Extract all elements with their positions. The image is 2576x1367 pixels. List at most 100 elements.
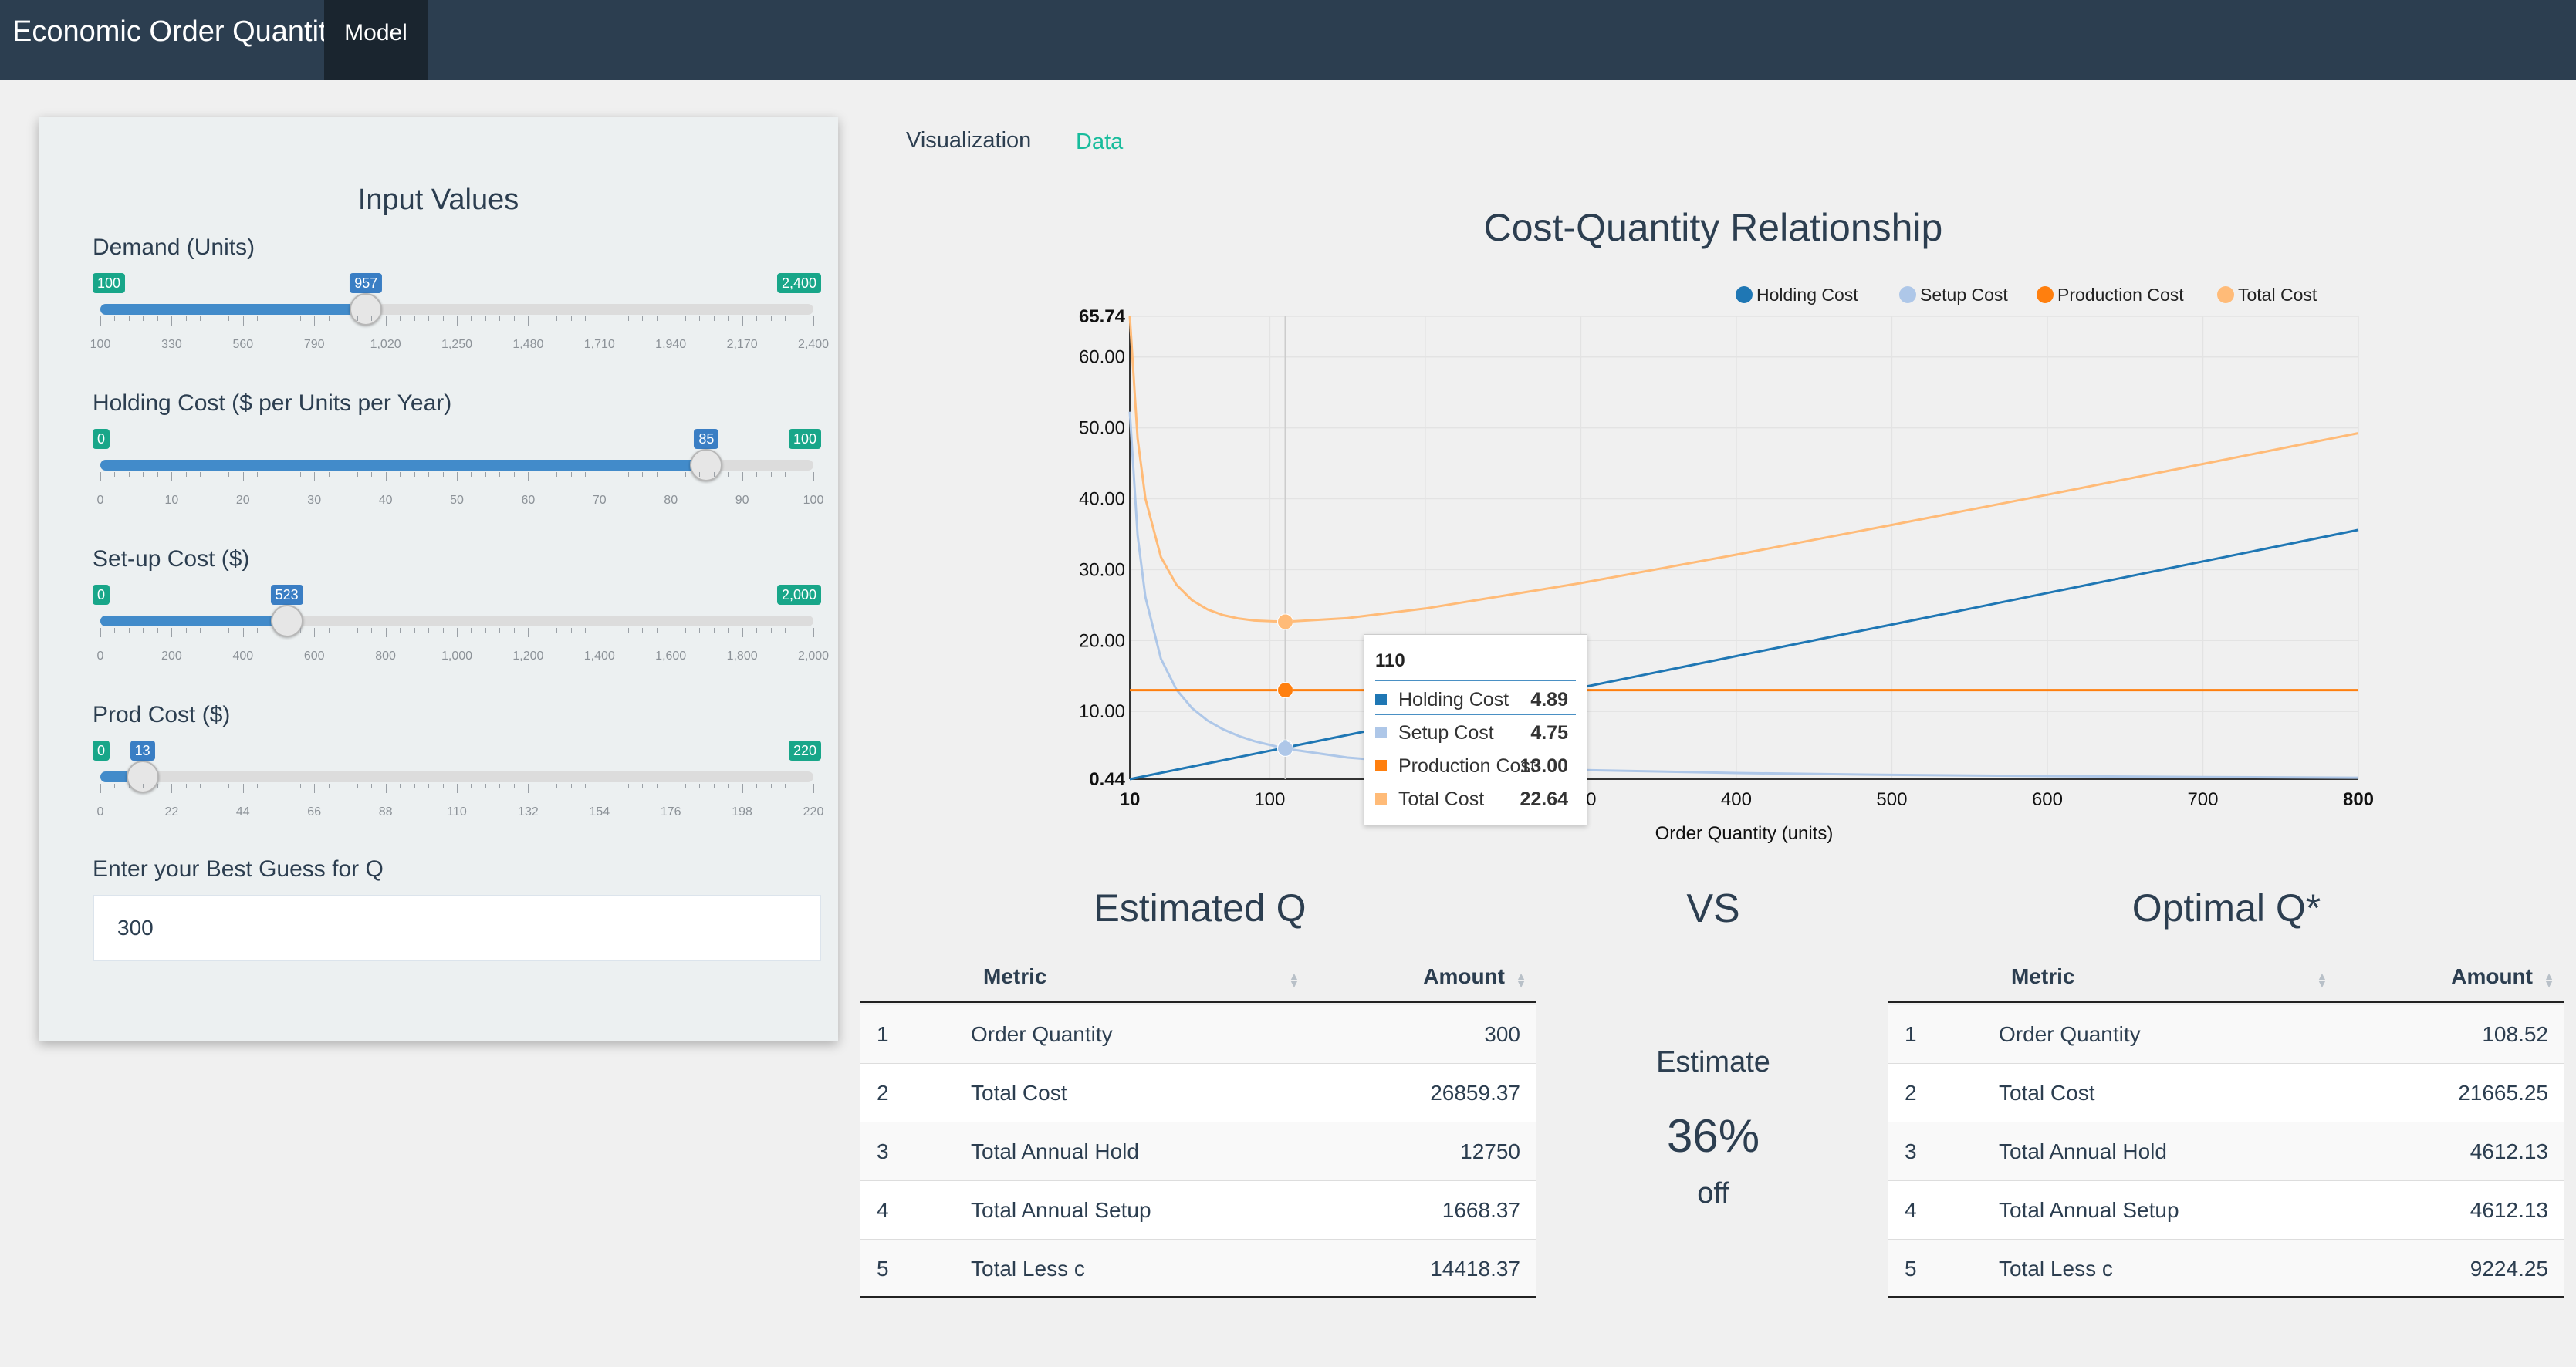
tooltip-series-name: Production Cost (1398, 755, 1536, 777)
slider-tick (299, 784, 301, 788)
tooltip-row: Setup Cost 4.75 (1375, 716, 1577, 748)
x-tick-label: 600 (2032, 789, 2063, 810)
slider-tick (442, 472, 444, 477)
tab-visualization[interactable]: Visualization (906, 128, 1031, 154)
slider-tick (813, 316, 814, 326)
legend-label[interactable]: Production Cost (2057, 285, 2184, 305)
sort-icon[interactable]: ▲ ▼ (2317, 970, 2328, 989)
slider-tick (556, 472, 558, 477)
table-row: 1 Order Quantity 108.52 (1888, 1005, 2564, 1064)
slider-tick (428, 628, 430, 633)
series-line-setup-cost[interactable] (1128, 411, 2359, 779)
slider-tick (143, 628, 144, 633)
slider-tick (357, 472, 358, 477)
slider-tick (200, 316, 201, 321)
slider-tick-label: 2,000 (797, 650, 830, 663)
slider-tick (785, 784, 786, 788)
slider-setup-cost[interactable]: Set-up Cost ($) 0 2,000 523 0 200 400 600 800 1,0… (93, 546, 829, 685)
slider-tick (185, 316, 187, 321)
best-guess-input[interactable] (93, 895, 821, 961)
slider-tick (414, 472, 415, 477)
legend-marker[interactable] (2037, 286, 2054, 303)
slider-tick (357, 316, 358, 321)
slider-tick (728, 472, 729, 477)
header-metric[interactable]: Metric (2011, 964, 2074, 989)
legend-label[interactable]: Setup Cost (1920, 285, 2008, 305)
slider-tick-label: 50 (450, 494, 464, 507)
slider-tick (528, 628, 529, 637)
slider-tick (228, 472, 230, 477)
slider-tick (656, 472, 658, 477)
slider-tick (171, 628, 173, 637)
slider-track[interactable] (100, 771, 813, 782)
slider-tick (228, 316, 230, 321)
slider-track[interactable] (100, 616, 813, 626)
cost-quantity-chart[interactable]: 0.44 10.00 20.00 30.00 40.00 50.00 60.00 65.74 1… (1019, 285, 2408, 849)
y-tick-label: 20.00 (1079, 630, 1125, 651)
sort-icon[interactable]: ▲ ▼ (2544, 970, 2554, 989)
slider-tick-label: 1,800 (726, 650, 758, 663)
sort-icon[interactable]: ▲ ▼ (1516, 970, 1526, 989)
slider-prod-cost[interactable]: Prod Cost ($) 0 220 13 0 22 44 66 88 110 132 154 176… (93, 702, 824, 841)
slider-tick (528, 472, 529, 481)
top-navbar: Economic Order Quantity Model (0, 0, 2576, 80)
header-metric[interactable]: Metric (983, 964, 1046, 989)
tab-model[interactable]: Model (324, 0, 428, 80)
table-row: 2 Total Cost 21665.25 (1888, 1064, 2564, 1122)
slider-tick (371, 472, 373, 477)
row-index: 1 (877, 1022, 889, 1046)
legend-label[interactable]: Holding Cost (1756, 285, 1858, 305)
tooltip-row: Total Cost 22.64 (1375, 782, 1577, 815)
slider-tick (200, 472, 201, 477)
slider-holding-cost[interactable]: Holding Cost ($ per Units per Year) 0 100 8… (93, 390, 823, 529)
legend-swatch (1375, 760, 1387, 771)
row-index: 4 (1905, 1198, 1917, 1222)
slider-tick (400, 628, 401, 633)
metric-cell: Order Quantity (1999, 1022, 2141, 1046)
slider-demand[interactable]: Demand (Units) 100 2,400 957 100 330 560 790 1,0… (90, 235, 829, 373)
app-title[interactable]: Economic Order Quantity (12, 15, 342, 49)
optimal-title: Optimal Q* (2131, 886, 2321, 930)
slider-tick (400, 316, 401, 321)
slider-ticks (100, 628, 814, 643)
slider-track[interactable] (100, 304, 813, 315)
slider-tick (385, 784, 387, 793)
slider-tick (457, 316, 458, 326)
slider-tick-label: 88 (378, 805, 393, 819)
slider-tick (400, 784, 401, 788)
sort-icon[interactable]: ▲ ▼ (1289, 970, 1300, 989)
slider-min-value: 0 (93, 429, 110, 449)
slider-tick-label: 176 (660, 805, 681, 819)
slider-tick-label: 1,480 (512, 338, 544, 351)
tooltip-divider (1375, 680, 1576, 681)
legend-label[interactable]: Total Cost (2238, 285, 2317, 305)
slider-tick-label: 198 (732, 805, 752, 819)
header-amount[interactable]: Amount (2451, 964, 2533, 989)
y-tick-label: 40.00 (1079, 489, 1125, 510)
slider-tick (442, 628, 444, 633)
table-header: Metric ▲ ▼ Amount ▲ ▼ (860, 955, 1536, 1003)
tooltip-series-value: 4.75 (1530, 722, 1568, 744)
header-amount[interactable]: Amount (1423, 964, 1505, 989)
table-row: 3 Total Annual Hold 12750 (860, 1122, 1536, 1181)
legend-marker[interactable] (2217, 286, 2234, 303)
slider-tick-label: 40 (378, 494, 393, 507)
series-line-holding-cost[interactable] (1129, 528, 2359, 781)
series-line-total-cost[interactable] (1128, 316, 2359, 623)
tab-data[interactable]: Data (1076, 130, 1123, 155)
legend-marker[interactable] (1899, 286, 1916, 303)
slider-tick (471, 316, 472, 321)
slider-tick (242, 472, 244, 481)
legend-swatch (1375, 727, 1387, 738)
slider-tick (528, 784, 529, 793)
optimal-table: Metric ▲ ▼ Amount ▲ ▼ 1 Order Quantity 108.52 2 To… (1888, 955, 2564, 1310)
slider-tick (157, 316, 158, 321)
slider-tick-label: 22 (164, 805, 179, 819)
slider-tick (770, 472, 772, 477)
slider-tick (299, 472, 301, 477)
legend-marker[interactable] (1736, 286, 1753, 303)
slider-tick (385, 472, 387, 481)
slider-tick-label: 220 (803, 805, 824, 819)
amount-cell: 4612.13 (2470, 1139, 2548, 1163)
slider-tick (471, 628, 472, 633)
